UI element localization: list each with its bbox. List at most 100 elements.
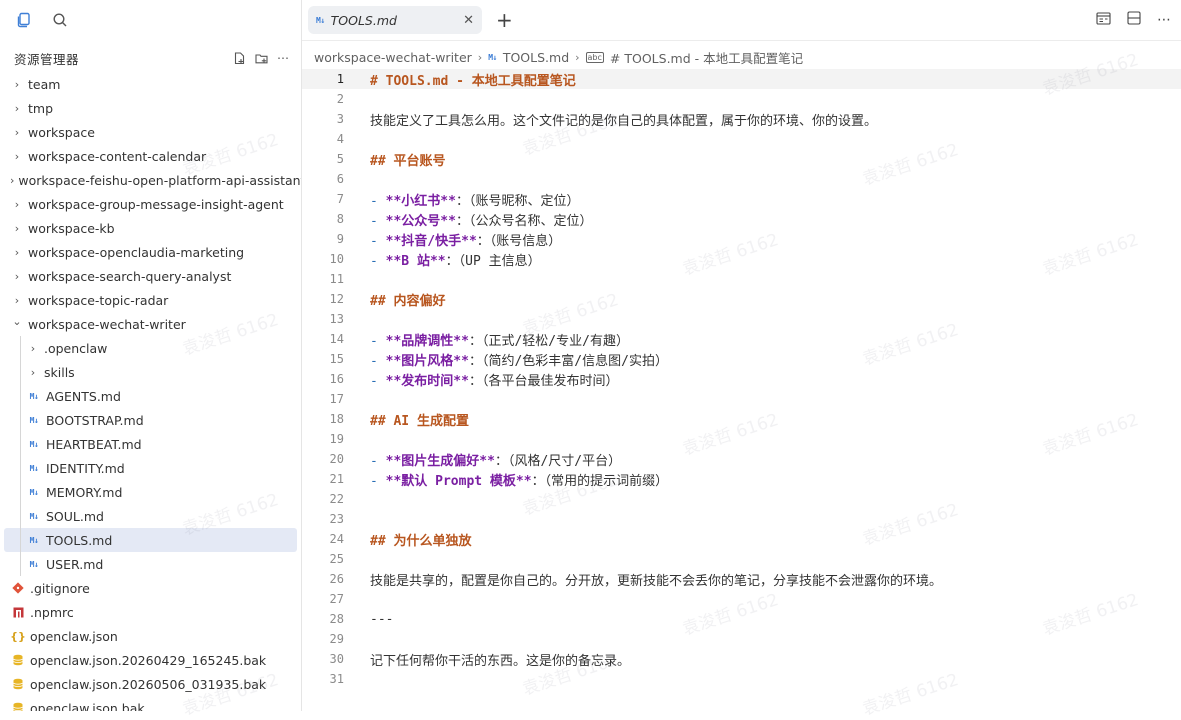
tree-file[interactable]: M↓ HEARTBEAT.md	[0, 432, 301, 456]
tree-folder[interactable]: › workspace-group-message-insight-agent	[0, 192, 301, 216]
line-number: 28	[329, 612, 344, 626]
markdown-icon: M↓	[29, 535, 39, 545]
code-line: 22	[302, 489, 1181, 509]
tree-folder[interactable]: › team	[0, 72, 301, 96]
code-line: 10 - **B 站**：（UP 主信息）	[302, 249, 1181, 269]
tree-file[interactable]: openclaw.json.20260429_165245.bak	[0, 648, 301, 672]
new-folder-button[interactable]	[251, 48, 271, 68]
code-line: 9 - **抖音/快手**：（账号信息）	[302, 229, 1181, 249]
tree-folder[interactable]: › .openclaw	[0, 336, 301, 360]
code-line: 20 - **图片生成偏好**：（风格/尺寸/平台）	[302, 449, 1181, 469]
tree-file[interactable]: .gitignore	[0, 576, 301, 600]
tree-folder[interactable]: › workspace-kb	[0, 216, 301, 240]
code-line: 4	[302, 129, 1181, 149]
symbol-icon: abc	[585, 51, 604, 63]
tree-item-label: USER.md	[46, 556, 104, 572]
indent-guide	[20, 360, 21, 384]
indent-guide	[20, 432, 21, 456]
tree-item-label: openclaw.json.20260506_031935.bak	[30, 676, 267, 692]
tree-folder[interactable]: › workspace	[0, 120, 301, 144]
tree-file[interactable]: M↓ MEMORY.md	[0, 480, 301, 504]
tree-file[interactable]: {} openclaw.json	[0, 624, 301, 648]
tree-folder[interactable]: › skills	[0, 360, 301, 384]
tree-item-label: openclaw.json.20260429_165245.bak	[30, 652, 267, 668]
tree-file[interactable]: M↓ USER.md	[0, 552, 301, 576]
code-token: -	[370, 213, 386, 229]
close-icon[interactable]: ✕	[463, 13, 474, 28]
code-editor[interactable]: 1 # TOOLS.md - 本地工具配置笔记 2 3 技能定义了工具怎么用。这个文件记…	[302, 69, 1181, 711]
indent-guide	[20, 528, 21, 552]
tree-item-label: .npmrc	[30, 604, 74, 620]
new-file-button[interactable]	[229, 48, 249, 68]
code-line: 5 ## 平台账号	[302, 149, 1181, 169]
line-number: 12	[329, 292, 344, 306]
tree-item-label: workspace-topic-radar	[28, 292, 169, 308]
tree-item-label: TOOLS.md	[46, 532, 113, 548]
tree-folder[interactable]: ⌄ workspace-wechat-writer	[0, 312, 301, 336]
search-button[interactable]	[44, 4, 76, 36]
code-token: 技能是共享的，配置是你自己的。分开放，更新技能不会丢你的笔记，分享技能不会泄露你…	[370, 573, 943, 589]
tree-file[interactable]: M↓ TOOLS.md	[4, 528, 297, 552]
code-line: 29	[302, 629, 1181, 649]
code-token: ## AI 生成配置	[370, 413, 469, 429]
code-token: **发布时间**	[385, 373, 469, 389]
code-token: ：（各平台最佳发布时间）	[468, 373, 619, 389]
tree-item-label: workspace-content-calendar	[28, 148, 207, 164]
breadcrumb-file[interactable]: TOOLS.md	[503, 50, 569, 65]
tree-folder[interactable]: › tmp	[0, 96, 301, 120]
code-token: **品牌调性**	[385, 333, 469, 349]
code-line: 2	[302, 89, 1181, 109]
indent-guide	[20, 456, 21, 480]
new-tab-button[interactable]: +	[496, 10, 513, 30]
code-token: -	[370, 453, 386, 469]
tree-folder[interactable]: › workspace-search-query-analyst	[0, 264, 301, 288]
new-file-icon	[234, 51, 244, 64]
indent-guide	[20, 336, 21, 360]
tree-file[interactable]: M↓ AGENTS.md	[0, 384, 301, 408]
tree-item-label: skills	[44, 364, 75, 380]
chevron-right-icon: ›	[10, 173, 15, 187]
tree-folder[interactable]: › workspace-topic-radar	[0, 288, 301, 312]
breadcrumb-folder[interactable]: workspace-wechat-writer	[314, 50, 472, 65]
markdown-icon: M↓	[29, 439, 39, 449]
tree-file[interactable]: M↓ IDENTITY.md	[0, 456, 301, 480]
code-token: ---	[370, 611, 394, 627]
tree-folder[interactable]: › workspace-feishu-open-platform-api-assi…	[0, 168, 301, 192]
code-token: ：（公众号名称、定位）	[455, 213, 593, 229]
tree-item-label: BOOTSTRAP.md	[46, 412, 144, 428]
tree-file[interactable]: M↓ SOUL.md	[0, 504, 301, 528]
line-content: ## 平台账号	[370, 150, 445, 169]
tab-tools-md[interactable]: M↓ TOOLS.md ✕	[308, 6, 482, 34]
line-number: 10	[329, 252, 344, 266]
more-actions-button[interactable]: ⋯	[273, 48, 293, 68]
files-icon	[17, 12, 30, 28]
breadcrumb-symbol[interactable]: # TOOLS.md - 本地工具配置笔记	[610, 48, 803, 67]
code-token: -	[370, 193, 386, 209]
line-number: 15	[329, 352, 344, 366]
database-icon	[10, 702, 26, 711]
code-token: **图片风格**	[385, 353, 469, 369]
markdown-icon: M↓	[29, 415, 39, 425]
code-token: ：（常用的提示词前缀）	[531, 473, 669, 489]
code-line: 7 - **小红书**：（账号昵称、定位）	[302, 189, 1181, 209]
code-token: -	[370, 333, 386, 349]
tree-item-label: AGENTS.md	[46, 388, 121, 404]
split-editor-button[interactable]	[1127, 10, 1141, 29]
code-line: 6	[302, 169, 1181, 189]
tree-file[interactable]: openclaw.json.bak	[0, 696, 301, 711]
editor-more-button[interactable]: ⋯	[1157, 12, 1171, 28]
line-number: 22	[329, 492, 344, 506]
tree-item-label: SOUL.md	[46, 508, 104, 524]
tree-item-label: tmp	[28, 100, 54, 116]
line-number: 14	[329, 332, 344, 346]
explorer-sidebar: 资源管理器 ⋯ › team › tmp › workspace › workspace-co…	[0, 0, 302, 711]
tree-file[interactable]: .npmrc	[0, 600, 301, 624]
tree-file[interactable]: openclaw.json.20260506_031935.bak	[0, 672, 301, 696]
open-preview-button[interactable]	[1096, 10, 1111, 29]
chevron-right-icon: ›	[14, 101, 20, 115]
tree-file[interactable]: M↓ BOOTSTRAP.md	[0, 408, 301, 432]
line-number: 3	[336, 112, 344, 126]
explorer-button[interactable]	[8, 4, 40, 36]
tree-folder[interactable]: › workspace-openclaudia-marketing	[0, 240, 301, 264]
tree-folder[interactable]: › workspace-content-calendar	[0, 144, 301, 168]
